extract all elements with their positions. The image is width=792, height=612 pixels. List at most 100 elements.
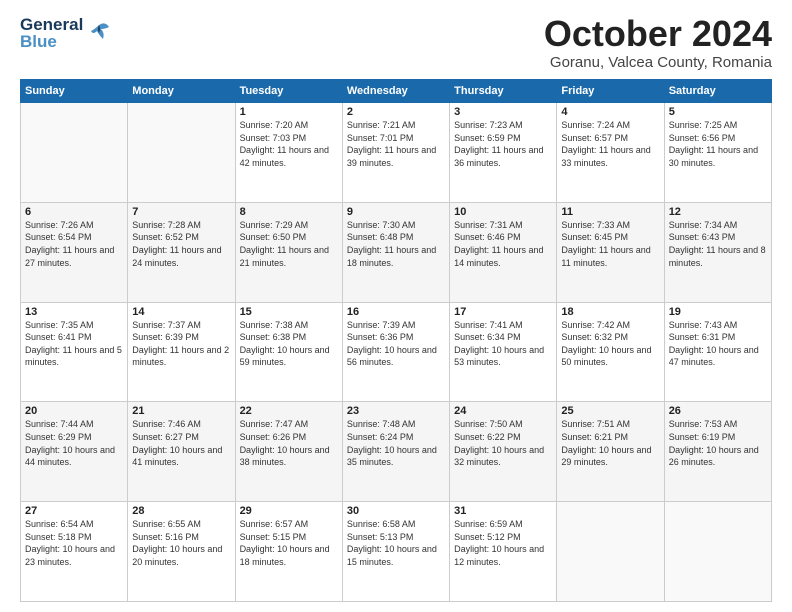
day-info: Sunrise: 7:48 AMSunset: 6:24 PMDaylight:… (347, 418, 445, 468)
calendar-row: 27Sunrise: 6:54 AMSunset: 5:18 PMDayligh… (21, 502, 772, 602)
day-number: 29 (240, 505, 338, 517)
day-number: 17 (454, 306, 552, 318)
day-info: Sunrise: 7:51 AMSunset: 6:21 PMDaylight:… (561, 418, 659, 468)
day-number: 30 (347, 505, 445, 517)
day-info: Sunrise: 7:35 AMSunset: 6:41 PMDaylight:… (25, 319, 123, 369)
col-tuesday: Tuesday (235, 80, 342, 103)
day-info: Sunrise: 6:57 AMSunset: 5:15 PMDaylight:… (240, 518, 338, 568)
day-info: Sunrise: 7:37 AMSunset: 6:39 PMDaylight:… (132, 319, 230, 369)
page: General Blue October 2024 Goranu, Valcea… (0, 0, 792, 612)
day-number: 19 (669, 306, 767, 318)
day-info: Sunrise: 7:41 AMSunset: 6:34 PMDaylight:… (454, 319, 552, 369)
table-row: 8Sunrise: 7:29 AMSunset: 6:50 PMDaylight… (235, 202, 342, 302)
table-row: 23Sunrise: 7:48 AMSunset: 6:24 PMDayligh… (342, 402, 449, 502)
table-row: 25Sunrise: 7:51 AMSunset: 6:21 PMDayligh… (557, 402, 664, 502)
day-number: 5 (669, 106, 767, 118)
table-row: 4Sunrise: 7:24 AMSunset: 6:57 PMDaylight… (557, 103, 664, 203)
table-row: 14Sunrise: 7:37 AMSunset: 6:39 PMDayligh… (128, 302, 235, 402)
day-info: Sunrise: 7:24 AMSunset: 6:57 PMDaylight:… (561, 119, 659, 169)
table-row: 19Sunrise: 7:43 AMSunset: 6:31 PMDayligh… (664, 302, 771, 402)
col-friday: Friday (557, 80, 664, 103)
day-number: 18 (561, 306, 659, 318)
day-number: 13 (25, 306, 123, 318)
day-info: Sunrise: 6:55 AMSunset: 5:16 PMDaylight:… (132, 518, 230, 568)
header-right: October 2024 Goranu, Valcea County, Roma… (544, 16, 772, 71)
day-number: 25 (561, 405, 659, 417)
table-row: 15Sunrise: 7:38 AMSunset: 6:38 PMDayligh… (235, 302, 342, 402)
logo: General Blue (20, 16, 113, 50)
table-row: 3Sunrise: 7:23 AMSunset: 6:59 PMDaylight… (450, 103, 557, 203)
day-number: 15 (240, 306, 338, 318)
calendar-row: 1Sunrise: 7:20 AMSunset: 7:03 PMDaylight… (21, 103, 772, 203)
table-row (557, 502, 664, 602)
day-info: Sunrise: 7:26 AMSunset: 6:54 PMDaylight:… (25, 219, 123, 269)
day-info: Sunrise: 7:20 AMSunset: 7:03 PMDaylight:… (240, 119, 338, 169)
day-info: Sunrise: 7:33 AMSunset: 6:45 PMDaylight:… (561, 219, 659, 269)
day-info: Sunrise: 7:39 AMSunset: 6:36 PMDaylight:… (347, 319, 445, 369)
table-row: 26Sunrise: 7:53 AMSunset: 6:19 PMDayligh… (664, 402, 771, 502)
day-number: 27 (25, 505, 123, 517)
day-info: Sunrise: 7:25 AMSunset: 6:56 PMDaylight:… (669, 119, 767, 169)
day-info: Sunrise: 7:30 AMSunset: 6:48 PMDaylight:… (347, 219, 445, 269)
day-number: 2 (347, 106, 445, 118)
table-row: 17Sunrise: 7:41 AMSunset: 6:34 PMDayligh… (450, 302, 557, 402)
col-thursday: Thursday (450, 80, 557, 103)
day-number: 23 (347, 405, 445, 417)
day-number: 31 (454, 505, 552, 517)
table-row (128, 103, 235, 203)
day-info: Sunrise: 7:47 AMSunset: 6:26 PMDaylight:… (240, 418, 338, 468)
day-number: 14 (132, 306, 230, 318)
day-number: 22 (240, 405, 338, 417)
day-number: 26 (669, 405, 767, 417)
table-row: 10Sunrise: 7:31 AMSunset: 6:46 PMDayligh… (450, 202, 557, 302)
day-info: Sunrise: 7:38 AMSunset: 6:38 PMDaylight:… (240, 319, 338, 369)
table-row: 21Sunrise: 7:46 AMSunset: 6:27 PMDayligh… (128, 402, 235, 502)
table-row: 16Sunrise: 7:39 AMSunset: 6:36 PMDayligh… (342, 302, 449, 402)
day-number: 10 (454, 206, 552, 218)
table-row: 29Sunrise: 6:57 AMSunset: 5:15 PMDayligh… (235, 502, 342, 602)
table-row: 28Sunrise: 6:55 AMSunset: 5:16 PMDayligh… (128, 502, 235, 602)
day-number: 1 (240, 106, 338, 118)
table-row: 9Sunrise: 7:30 AMSunset: 6:48 PMDaylight… (342, 202, 449, 302)
table-row (21, 103, 128, 203)
table-row: 2Sunrise: 7:21 AMSunset: 7:01 PMDaylight… (342, 103, 449, 203)
day-info: Sunrise: 7:44 AMSunset: 6:29 PMDaylight:… (25, 418, 123, 468)
calendar-header-row: Sunday Monday Tuesday Wednesday Thursday… (21, 80, 772, 103)
logo-blue: Blue (20, 33, 83, 50)
table-row (664, 502, 771, 602)
day-number: 16 (347, 306, 445, 318)
calendar-table: Sunday Monday Tuesday Wednesday Thursday… (20, 79, 772, 602)
table-row: 22Sunrise: 7:47 AMSunset: 6:26 PMDayligh… (235, 402, 342, 502)
day-info: Sunrise: 7:50 AMSunset: 6:22 PMDaylight:… (454, 418, 552, 468)
header: General Blue October 2024 Goranu, Valcea… (20, 16, 772, 71)
table-row: 7Sunrise: 7:28 AMSunset: 6:52 PMDaylight… (128, 202, 235, 302)
table-row: 18Sunrise: 7:42 AMSunset: 6:32 PMDayligh… (557, 302, 664, 402)
day-info: Sunrise: 7:29 AMSunset: 6:50 PMDaylight:… (240, 219, 338, 269)
table-row: 6Sunrise: 7:26 AMSunset: 6:54 PMDaylight… (21, 202, 128, 302)
day-info: Sunrise: 7:53 AMSunset: 6:19 PMDaylight:… (669, 418, 767, 468)
table-row: 1Sunrise: 7:20 AMSunset: 7:03 PMDaylight… (235, 103, 342, 203)
col-saturday: Saturday (664, 80, 771, 103)
table-row: 31Sunrise: 6:59 AMSunset: 5:12 PMDayligh… (450, 502, 557, 602)
day-info: Sunrise: 7:31 AMSunset: 6:46 PMDaylight:… (454, 219, 552, 269)
day-number: 4 (561, 106, 659, 118)
location: Goranu, Valcea County, Romania (544, 54, 772, 71)
day-info: Sunrise: 6:59 AMSunset: 5:12 PMDaylight:… (454, 518, 552, 568)
month-title: October 2024 (544, 16, 772, 52)
table-row: 30Sunrise: 6:58 AMSunset: 5:13 PMDayligh… (342, 502, 449, 602)
day-number: 7 (132, 206, 230, 218)
table-row: 12Sunrise: 7:34 AMSunset: 6:43 PMDayligh… (664, 202, 771, 302)
day-info: Sunrise: 7:46 AMSunset: 6:27 PMDaylight:… (132, 418, 230, 468)
table-row: 20Sunrise: 7:44 AMSunset: 6:29 PMDayligh… (21, 402, 128, 502)
day-number: 11 (561, 206, 659, 218)
calendar-row: 13Sunrise: 7:35 AMSunset: 6:41 PMDayligh… (21, 302, 772, 402)
table-row: 13Sunrise: 7:35 AMSunset: 6:41 PMDayligh… (21, 302, 128, 402)
table-row: 27Sunrise: 6:54 AMSunset: 5:18 PMDayligh… (21, 502, 128, 602)
calendar-row: 6Sunrise: 7:26 AMSunset: 6:54 PMDaylight… (21, 202, 772, 302)
day-info: Sunrise: 6:54 AMSunset: 5:18 PMDaylight:… (25, 518, 123, 568)
day-number: 8 (240, 206, 338, 218)
col-wednesday: Wednesday (342, 80, 449, 103)
calendar-row: 20Sunrise: 7:44 AMSunset: 6:29 PMDayligh… (21, 402, 772, 502)
day-info: Sunrise: 7:21 AMSunset: 7:01 PMDaylight:… (347, 119, 445, 169)
day-number: 28 (132, 505, 230, 517)
